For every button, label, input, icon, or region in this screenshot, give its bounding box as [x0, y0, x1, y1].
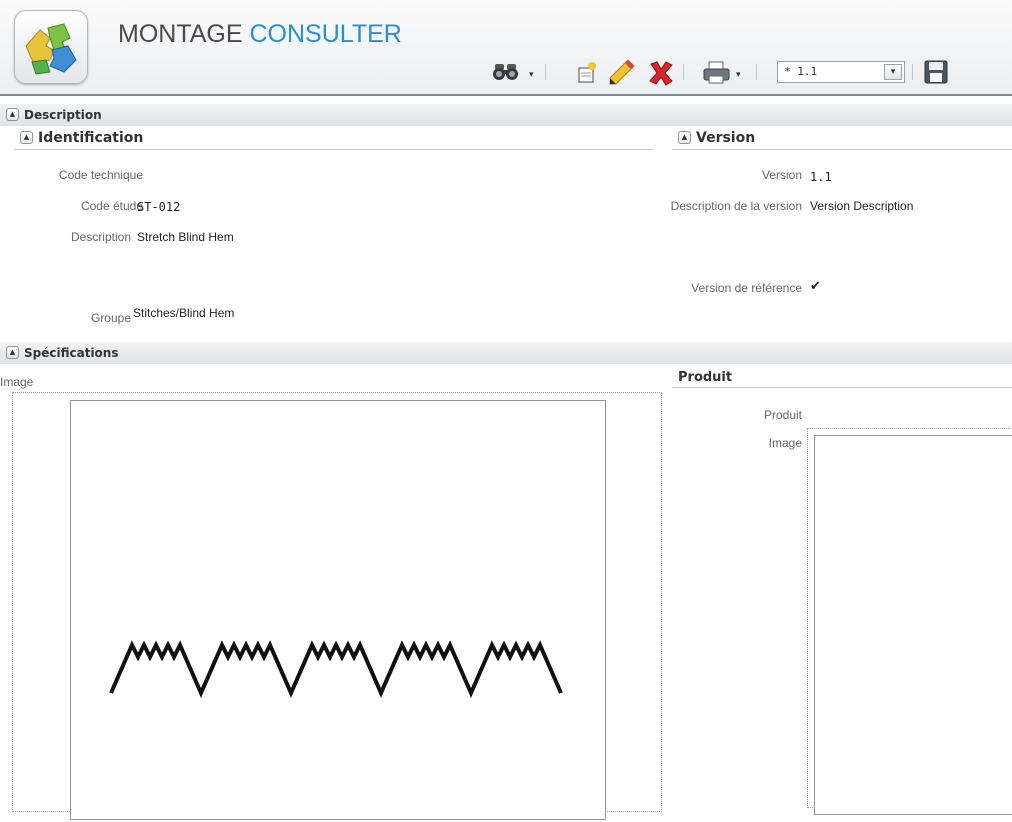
save-button[interactable]: [922, 58, 950, 86]
produit-image-frame: [807, 428, 1012, 815]
collapse-icon[interactable]: ▲: [20, 131, 33, 144]
page-title-mode: CONSULTER: [249, 20, 402, 48]
version-select[interactable]: * 1.1 ▾: [777, 61, 905, 83]
produit-label: Produit: [763, 408, 802, 422]
description-label: Description: [70, 230, 131, 244]
stitch-diagram-image: [70, 400, 606, 820]
print-button[interactable]: [702, 58, 732, 86]
binoculars-icon: [493, 64, 518, 80]
code-etude-label: Code étude: [80, 199, 143, 213]
new-document-icon: [578, 62, 596, 83]
section-title: Spécifications: [24, 346, 119, 360]
new-button[interactable]: [576, 58, 598, 86]
app-header: MONTAGE CONSULTER ▾ ▾ * 1.1 ▾: [0, 0, 1012, 96]
delete-button[interactable]: [646, 58, 676, 86]
puzzle-app-icon: [14, 10, 88, 84]
produit-title: Produit: [678, 370, 733, 385]
stretch-blind-hem-stitch-icon: [109, 640, 563, 698]
search-dropdown-arrow[interactable]: ▾: [529, 70, 534, 80]
print-dropdown-arrow[interactable]: ▾: [736, 70, 741, 80]
chevron-down-icon[interactable]: ▾: [884, 64, 902, 80]
produit-image: [814, 435, 1012, 815]
description-section-header[interactable]: ▲ Description: [0, 104, 1012, 126]
groupe-value: Stitches/Blind Hem: [133, 306, 235, 320]
description-value: Stretch Blind Hem: [137, 230, 234, 244]
version-reference-label: Version de référence: [691, 281, 802, 295]
version-description-label: Description de la version: [670, 199, 802, 213]
toolbar-separator: [912, 64, 913, 80]
image-label: Image: [0, 375, 34, 389]
specifications-section-header[interactable]: ▲ Spécifications: [0, 342, 1012, 364]
section-title: Description: [24, 108, 102, 122]
delete-icon: [649, 61, 673, 86]
version-select-value: * 1.1: [784, 65, 818, 78]
version-label: Version: [761, 168, 802, 182]
produit-header: Produit: [672, 366, 1012, 388]
pencil-icon: [609, 59, 635, 85]
toolbar-separator: [683, 64, 684, 80]
collapse-icon[interactable]: ▲: [6, 108, 19, 121]
version-title: Version: [696, 130, 756, 146]
version-reference-check-icon: ✔: [810, 278, 821, 293]
edit-button[interactable]: [606, 58, 636, 86]
code-etude-value: ST-012: [137, 200, 181, 214]
identification-header[interactable]: ▲ Identification: [14, 128, 654, 150]
toolbar-separator: [756, 64, 757, 80]
save-icon: [924, 60, 948, 84]
collapse-icon[interactable]: ▲: [6, 346, 19, 359]
image-frame: [12, 392, 662, 820]
version-header[interactable]: ▲ Version: [672, 128, 1012, 150]
page-title: MONTAGE CONSULTER: [118, 20, 402, 49]
page-title-module: MONTAGE: [118, 20, 243, 48]
identification-title: Identification: [38, 130, 144, 146]
groupe-label: Groupe: [90, 311, 131, 325]
version-description-value: Version Description: [810, 199, 914, 213]
version-value: 1.1: [810, 170, 832, 184]
code-technique-label: Code technique: [58, 168, 143, 182]
collapse-icon[interactable]: ▲: [678, 131, 691, 144]
printer-icon: [703, 61, 730, 84]
produit-image-label: Image: [768, 436, 802, 450]
toolbar-separator: [545, 64, 546, 80]
search-button[interactable]: [490, 58, 526, 86]
